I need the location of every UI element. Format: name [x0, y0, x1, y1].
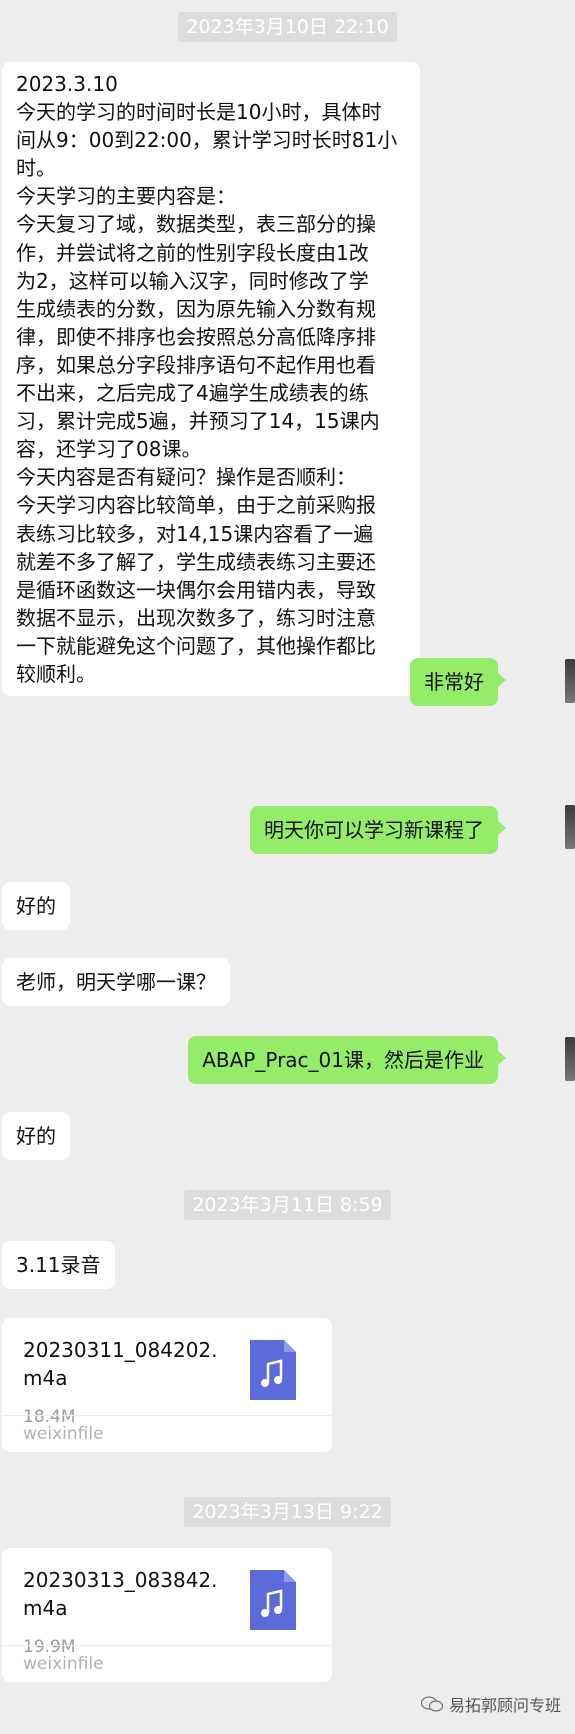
message-line: 今天复习了域，数据类型，表三部分的操 — [16, 212, 376, 237]
message-text: ABAP_Prac_01课，然后是作业 — [202, 1048, 484, 1072]
message-line: 为2，这样可以输入汉字，同时修改了学 — [16, 268, 369, 293]
file-name: 20230313_083842.m4a — [23, 1568, 218, 1620]
timestamp: 2023年3月13日 9:22 — [0, 1497, 575, 1527]
message-bubble-other[interactable]: 好的 — [2, 882, 70, 930]
message-line: 今天的学习的时间时长是10小时，具体时 — [16, 100, 382, 125]
wechat-logo-icon — [420, 1696, 443, 1712]
message-line: 表练习比较多，对14,15课内容看了一遍 — [16, 521, 374, 546]
message-bubble-mine[interactable]: 明天你可以学习新课程了 — [250, 806, 498, 854]
message-bubble-other[interactable]: 老师，明天学哪一课？ — [2, 958, 230, 1006]
message-line: 今天内容是否有疑问？操作是否顺利： — [16, 465, 356, 490]
message-line: 数据不显示，出现次数多了，练习时注意 — [16, 605, 376, 630]
file-source: weixinfile — [2, 1645, 332, 1682]
file-message-card[interactable]: 20230313_083842.m4a 19.9M weixinfile — [2, 1548, 332, 1682]
avatar[interactable] — [565, 805, 575, 849]
music-file-icon — [250, 1340, 296, 1400]
message-text: 好的 — [16, 894, 56, 918]
message-bubble-mine[interactable]: ABAP_Prac_01课，然后是作业 — [188, 1036, 498, 1084]
timestamp-label: 2023年3月10日 22:10 — [178, 12, 397, 42]
message-bubble-other[interactable]: 好的 — [2, 1112, 70, 1160]
message-line: 不出来，之后完成了4遍学生成绩表的练 — [16, 381, 369, 406]
message-line: 是循环函数这一块偶尔会用错内表，导致 — [16, 577, 376, 602]
message-line: 间从9：00到22:00，累计学习时长时81小 — [16, 128, 398, 153]
message-line: 容，还学习了08课。 — [16, 437, 202, 462]
timestamp: 2023年3月10日 22:10 — [0, 12, 575, 42]
watermark-text: 易拓郭顾问专班 — [448, 1696, 561, 1715]
message-text: 3.11录音 — [16, 1253, 101, 1277]
message-line: 生成绩表的分数，因为原先输入分数有规 — [16, 296, 376, 321]
message-line: 就差不多了解了，学生成绩表练习主要还 — [16, 549, 376, 574]
long-message-bubble[interactable]: 2023.3.10 今天的学习的时间时长是10小时，具体时 间从9：00到22:00… — [2, 62, 420, 697]
avatar[interactable] — [565, 1037, 575, 1081]
message-line: 2023.3.10 — [16, 72, 118, 96]
message-line: 习，累计完成5遍，并预习了14，15课内 — [16, 409, 380, 434]
bubble-tail — [498, 673, 506, 687]
file-source: weixinfile — [2, 1415, 332, 1452]
message-bubble-mine[interactable]: 非常好 — [410, 658, 498, 706]
watermark: 易拓郭顾问专班 — [420, 1692, 561, 1716]
message-line: 今天学习内容比较简单，由于之前采购报 — [16, 493, 376, 518]
music-file-icon — [250, 1570, 296, 1630]
timestamp: 2023年3月11日 8:59 — [0, 1190, 575, 1220]
message-line: 今天学习的主要内容是： — [16, 184, 236, 209]
message-line: 一下就能避免这个问题了，其他操作都比 — [16, 633, 376, 658]
avatar[interactable] — [565, 659, 575, 703]
bubble-tail — [498, 821, 506, 835]
message-text: 非常好 — [424, 670, 484, 694]
message-text: 老师，明天学哪一课？ — [16, 970, 216, 994]
message-line: 较顺利。 — [16, 661, 96, 686]
message-line: 时。 — [16, 156, 56, 181]
message-line: 律，即使不排序也会按照总分高低降序排 — [16, 324, 376, 349]
file-name: 20230311_084202.m4a — [23, 1338, 218, 1390]
file-message-card[interactable]: 20230311_084202.m4a 18.4M weixinfile — [2, 1318, 332, 1452]
message-line: 作，并尝试将之前的性别字段长度由1改 — [16, 240, 369, 265]
timestamp-label: 2023年3月13日 9:22 — [184, 1497, 391, 1527]
message-text: 明天你可以学习新课程了 — [264, 818, 484, 842]
message-bubble-other[interactable]: 3.11录音 — [2, 1241, 115, 1289]
message-line: 序，如果总分字段排序语句不起作用也看 — [16, 352, 376, 377]
message-text: 好的 — [16, 1124, 56, 1148]
bubble-tail — [498, 1051, 506, 1065]
timestamp-label: 2023年3月11日 8:59 — [184, 1190, 391, 1220]
